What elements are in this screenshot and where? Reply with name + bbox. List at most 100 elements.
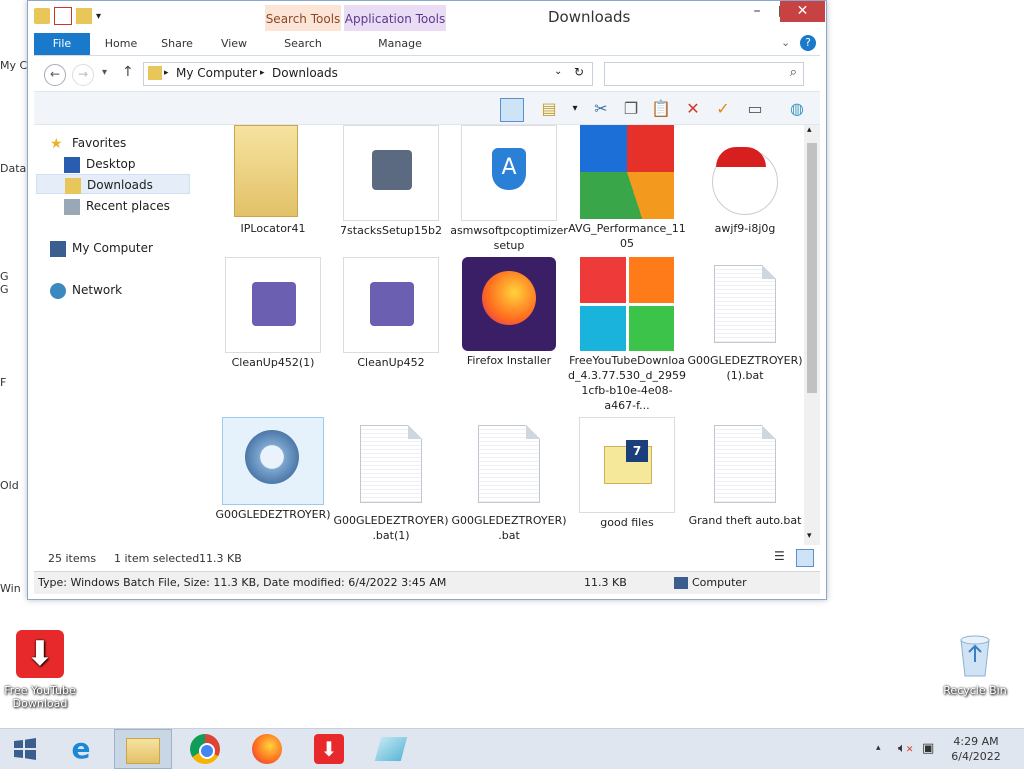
computer-icon: [50, 240, 66, 257]
nav-favorites[interactable]: ★ Favorites: [50, 133, 126, 153]
file-item[interactable]: CleanUp452(1): [214, 257, 332, 370]
file-item[interactable]: G00GLEDEZTROYER): [214, 417, 332, 522]
file-item[interactable]: G00GLEDEZTROYER).bat(1): [332, 417, 450, 543]
chevron-right-icon[interactable]: ▸: [164, 68, 169, 78]
delete-icon[interactable]: ✕: [682, 98, 704, 120]
downloads-folder-icon: [65, 177, 81, 194]
desktop-label: F: [0, 376, 7, 389]
chevron-down-icon[interactable]: ▾: [96, 11, 101, 22]
file-item[interactable]: G00GLEDEZTROYER).bat: [450, 417, 568, 543]
file-item[interactable]: A asmwsoftpcoptimizersetup: [450, 125, 568, 253]
start-button[interactable]: [0, 729, 50, 769]
download-icon: ⬇: [314, 734, 344, 764]
copy-icon[interactable]: ❐: [620, 98, 642, 120]
avg-logo-icon: [580, 125, 674, 219]
file-item[interactable]: Firefox Installer: [450, 257, 568, 368]
paste-icon[interactable]: 📋: [650, 98, 672, 120]
clock-time: 4:29 AM: [953, 735, 999, 748]
address-bar[interactable]: ▸ My Computer ▸ Downloads ⌄ ↻: [143, 62, 593, 86]
search-icon[interactable]: ⌕: [790, 65, 797, 80]
scroll-down-icon[interactable]: ▾: [807, 531, 812, 541]
scrollbar-thumb[interactable]: [807, 143, 817, 393]
desktop-icon-recycle-bin[interactable]: Recycle Bin: [935, 632, 1015, 697]
chevron-down-icon[interactable]: ⌄: [554, 66, 562, 77]
windows-tiles-icon: [580, 257, 674, 351]
new-folder-icon[interactable]: [76, 8, 92, 24]
file-item[interactable]: CleanUp452: [332, 257, 450, 370]
details-location: Computer: [692, 576, 747, 589]
show-hidden-icons[interactable]: ▴: [876, 743, 881, 783]
scroll-up-icon[interactable]: ▴: [807, 125, 812, 135]
computer-icon: [674, 577, 688, 589]
chevron-down-icon[interactable]: ▾: [564, 98, 586, 120]
folder-options-icon[interactable]: ▤: [538, 98, 560, 120]
nav-downloads[interactable]: Downloads: [36, 174, 190, 194]
tab-share[interactable]: Share: [152, 33, 202, 55]
minimize-button[interactable]: –: [743, 1, 771, 22]
window-title: Downloads: [548, 8, 631, 26]
close-button[interactable]: ✕: [780, 1, 825, 22]
help-icon[interactable]: ?: [800, 35, 816, 51]
details-view-icon[interactable]: ☰: [774, 549, 785, 563]
chevron-right-icon[interactable]: ▸: [260, 68, 265, 78]
tab-search[interactable]: Search: [268, 33, 338, 55]
navigation-pane: ★ Favorites Desktop Downloads Recent plac…: [34, 125, 194, 545]
back-button[interactable]: ←: [44, 64, 66, 86]
nav-network[interactable]: Network: [50, 280, 122, 300]
file-item[interactable]: 7 good files: [568, 417, 686, 530]
large-icons-view-icon[interactable]: [796, 549, 814, 567]
file-item[interactable]: AVG_Performance_1105: [568, 125, 686, 251]
nav-desktop[interactable]: Desktop: [64, 154, 136, 174]
network-icon: [50, 282, 66, 299]
preview-pane-icon[interactable]: [500, 98, 524, 122]
file-item[interactable]: 7stacksSetup15b2: [332, 125, 450, 238]
file-item[interactable]: awjf9-i8j0g: [686, 125, 804, 236]
tab-view[interactable]: View: [209, 33, 259, 55]
taskbar-internet-explorer[interactable]: e: [52, 729, 110, 769]
taskbar-chrome[interactable]: [176, 729, 234, 769]
recent-locations-icon[interactable]: ▾: [102, 67, 107, 78]
seven-badge-icon: 7: [626, 440, 648, 462]
folder-icon: [234, 125, 298, 217]
file-item[interactable]: G00GLEDEZTROYER)(1).bat: [686, 257, 804, 383]
desktop-label: G: [0, 283, 9, 296]
taskbar-notepad[interactable]: [362, 729, 420, 769]
desktop-left-icons: My C Data G G F Old Win: [0, 14, 28, 595]
folder-icon[interactable]: [34, 8, 50, 24]
file-item[interactable]: FreeYouTubeDownload_4.3.77.530_d_29591cf…: [568, 257, 686, 413]
system-clock[interactable]: 4:29 AM 6/4/2022: [944, 734, 1008, 764]
ribbon-tabs: File Home Share View Search Manage ⌄ ?: [34, 33, 820, 56]
nav-my-computer[interactable]: My Computer: [50, 238, 153, 258]
file-item[interactable]: IPLocator41: [214, 125, 332, 236]
download-icon: ⬇: [16, 630, 64, 678]
forward-button[interactable]: →: [72, 64, 94, 86]
taskbar-file-explorer[interactable]: [114, 729, 172, 769]
properties-icon[interactable]: [54, 7, 72, 25]
vertical-scrollbar[interactable]: ▴ ▾: [804, 125, 820, 545]
breadcrumb-downloads[interactable]: Downloads: [272, 66, 338, 80]
desktop-icon-free-youtube-download[interactable]: ⬇ Free YouTube Download: [0, 630, 80, 710]
folder-icon: [148, 66, 162, 80]
network-icon[interactable]: ▣: [922, 741, 934, 781]
up-button[interactable]: ↑: [122, 64, 134, 80]
volume-muted-icon[interactable]: 🔈︎✕: [898, 741, 913, 781]
cut-icon[interactable]: ✂: [590, 98, 612, 120]
quick-access-toolbar: ▾: [34, 7, 101, 25]
properties-icon[interactable]: ▭: [744, 98, 766, 120]
nav-recent-places[interactable]: Recent places: [64, 196, 170, 216]
refresh-icon[interactable]: ↻: [574, 65, 584, 79]
ribbon-expand-icon[interactable]: ⌄: [781, 36, 790, 49]
selected-size: 11.3 KB: [199, 552, 242, 565]
taskbar-free-youtube-download[interactable]: ⬇: [300, 729, 358, 769]
hat-icon: [716, 147, 766, 167]
tab-file[interactable]: File: [34, 33, 90, 55]
desktop-label: Old: [0, 479, 19, 492]
rename-icon[interactable]: ✓: [712, 98, 734, 120]
taskbar-firefox[interactable]: [238, 729, 296, 769]
tab-manage[interactable]: Manage: [352, 33, 448, 55]
search-input[interactable]: ⌕: [604, 62, 804, 86]
file-item[interactable]: Grand theft auto.bat: [686, 417, 804, 528]
breadcrumb-my-computer[interactable]: My Computer: [176, 66, 257, 80]
tab-home[interactable]: Home: [96, 33, 146, 55]
network-globe-icon[interactable]: ◍: [786, 98, 808, 120]
